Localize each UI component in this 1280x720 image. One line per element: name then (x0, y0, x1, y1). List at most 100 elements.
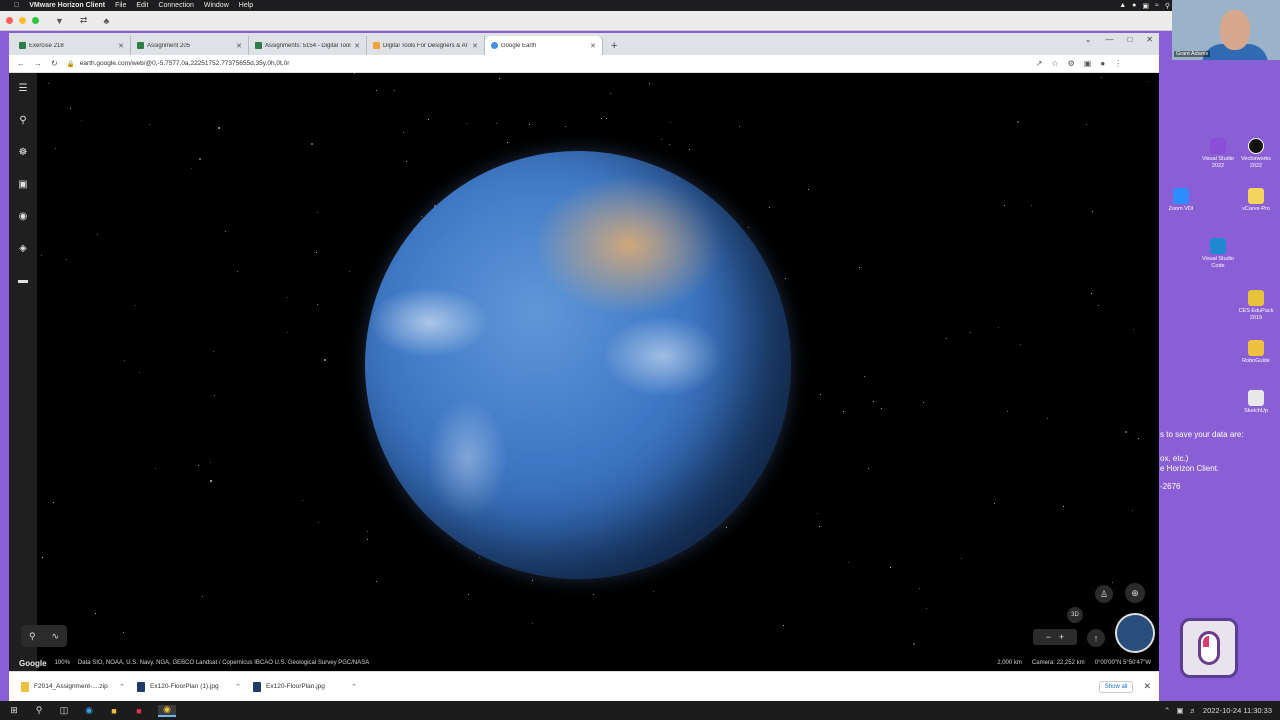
earth-globe[interactable] (365, 151, 791, 579)
close-icon[interactable]: ✕ (1146, 35, 1153, 44)
chevron-up-icon[interactable]: ⌃ (351, 683, 357, 691)
projects-icon[interactable]: ◉ (19, 209, 28, 225)
dice-icon[interactable]: ▣ (18, 177, 27, 193)
voyager-icon[interactable]: ☸ (19, 145, 28, 161)
reload-icon[interactable]: ↻ (51, 59, 58, 68)
roboguide-icon (1248, 340, 1264, 356)
back-icon[interactable]: ← (17, 59, 25, 68)
tab-google-earth[interactable]: Google Earth ✕ (485, 36, 603, 55)
menu-kebab-icon[interactable]: ⋮ (1114, 59, 1122, 68)
search-icon[interactable]: ⚲ (1165, 2, 1170, 10)
omnibox[interactable]: 🔒 earth.google.com/web/@0,-5.7577,0a,222… (67, 60, 1027, 68)
layers-icon[interactable]: ◈ (19, 241, 27, 257)
share-icon[interactable]: ↗ (1036, 59, 1043, 68)
minimize-icon[interactable]: — (1105, 35, 1113, 44)
star (405, 161, 407, 163)
path-icon[interactable]: ∿ (51, 631, 59, 642)
menu-file[interactable]: File (115, 2, 126, 9)
menu-window[interactable]: Window (204, 2, 229, 9)
acrobat-icon[interactable]: ■ (133, 705, 145, 717)
download-item[interactable]: Ex120-FloorPlan.jpg ⌃ (241, 681, 357, 692)
zoom-out-button[interactable]: − (1046, 632, 1051, 642)
close-icon[interactable]: ✕ (1143, 681, 1151, 692)
desktop-icon-visual-studio[interactable]: Visual Studio 2022 (1198, 138, 1238, 170)
data-sources[interactable]: Data SIO, NOAA, U.S. Navy, NGA, GEBCO La… (78, 660, 369, 666)
download-shelf: F2014_Assignment-....zip ⌃ Ex120-FloorPl… (9, 671, 1159, 701)
measure-ruler-icon[interactable]: ▬ (18, 273, 28, 289)
new-tab-button[interactable]: + (611, 40, 617, 52)
minimize-window-button[interactable] (19, 17, 26, 24)
status-icon[interactable]: ● (1132, 2, 1136, 10)
download-item[interactable]: Ex120-FloorPlan (1).jpg ⌃ (125, 681, 241, 692)
star (816, 513, 818, 515)
download-item[interactable]: F2014_Assignment-....zip ⌃ (9, 681, 125, 692)
menu-connection[interactable]: Connection (158, 2, 193, 9)
menu-help[interactable]: Help (239, 2, 253, 9)
extensions-icon[interactable]: ⚙ (1068, 59, 1075, 68)
app-name[interactable]: VMware Horizon Client (29, 2, 105, 9)
hamburger-menu-icon[interactable]: ☰ (19, 81, 28, 97)
close-tab-icon[interactable]: ✕ (118, 42, 124, 50)
star (726, 527, 728, 529)
tab-digital-tools[interactable]: Digital Tools For Designers & Ar ✕ (367, 36, 485, 55)
desktop-icon-roboguide[interactable]: RoboGuide (1236, 340, 1276, 365)
close-window-button[interactable] (6, 17, 13, 24)
star (1100, 77, 1102, 79)
network-icon[interactable]: ▣ (1176, 706, 1183, 715)
windows-start-icon[interactable]: ⊞ (8, 705, 20, 717)
star (605, 118, 607, 120)
search-icon[interactable]: ⚲ (19, 113, 26, 129)
my-location-icon[interactable]: ⊕ (1125, 583, 1145, 603)
tab-search-icon[interactable]: ⌄ (1085, 35, 1092, 44)
google-earth-viewport[interactable]: ☰ ⚲ ☸ ▣ ◉ ◈ ▬ ⚲ ∿ ♙ ⊕ 3D − + ↑ Google 10… (9, 73, 1159, 671)
clock[interactable]: 2022-10-24 11:30:33 (1203, 706, 1272, 715)
star (532, 622, 534, 624)
tray-chevron-icon[interactable]: ⌃ (1164, 706, 1170, 715)
mini-globe-icon[interactable] (1115, 613, 1155, 653)
compass-icon[interactable]: ↑ (1087, 629, 1105, 647)
close-tab-icon[interactable]: ✕ (590, 42, 596, 50)
menu-edit[interactable]: Edit (136, 2, 148, 9)
tab-exercise-218[interactable]: Exercise 218 ✕ (13, 36, 131, 55)
zoom-in-button[interactable]: + (1059, 632, 1064, 642)
3d-toggle-button[interactable]: 3D (1067, 607, 1083, 623)
edge-icon[interactable]: ◉ (83, 705, 95, 717)
wifi-icon[interactable]: ≈ (1155, 2, 1159, 10)
chrome-icon[interactable]: ◉ (158, 704, 176, 717)
volume-icon[interactable]: ♬ (1189, 706, 1197, 715)
close-tab-icon[interactable]: ✕ (354, 42, 360, 50)
search-icon[interactable]: ⚲ (33, 705, 45, 717)
close-tab-icon[interactable]: ✕ (236, 42, 242, 50)
desktop-icon-zoom[interactable]: Zoom VDI (1161, 188, 1201, 213)
profile-icon[interactable]: ● (1100, 59, 1105, 68)
sidebar-icon[interactable]: ▣ (1084, 59, 1092, 68)
show-all-downloads-button[interactable]: Show all (1098, 680, 1134, 693)
maximize-icon[interactable]: □ (1127, 35, 1132, 44)
tab-assignments-5154[interactable]: Assignments: 5154 - Digital Tools ✕ (249, 36, 367, 55)
tab-assignment-205[interactable]: Assignment 205 ✕ (131, 36, 249, 55)
zoom-window-button[interactable] (32, 17, 39, 24)
desktop-icon-vscode[interactable]: Visual Studio Code (1198, 238, 1238, 270)
star (376, 89, 378, 91)
shield-icon[interactable]: ▼ (55, 16, 64, 26)
pegman-icon[interactable]: ♙ (1095, 585, 1113, 603)
placemark-icon[interactable]: ⚲ (29, 631, 36, 642)
forward-icon[interactable]: → (34, 59, 42, 68)
vcarve-icon (1248, 188, 1264, 204)
desktop-icon-ces-edupack[interactable]: CES EduPack 2019 (1236, 290, 1276, 322)
url-text[interactable]: earth.google.com/web/@0,-5.7577,0a,22251… (80, 60, 290, 67)
status-icon[interactable]: ▲ (1119, 2, 1126, 10)
desktop-icon-sketchup[interactable]: SketchUp (1236, 390, 1276, 415)
scale-bar-label[interactable]: 2,000 km (997, 660, 1022, 666)
apple-icon[interactable]:  (14, 2, 19, 9)
close-tab-icon[interactable]: ✕ (472, 42, 478, 50)
desktop-icon-vectorworks[interactable]: Vectorworks 2022 (1236, 138, 1276, 170)
file-explorer-icon[interactable]: ■ (108, 705, 120, 717)
bookmark-star-icon[interactable]: ☆ (1051, 59, 1058, 68)
desktop-icon-vcarve[interactable]: vCarve-Pro (1236, 188, 1276, 213)
usb-icon[interactable]: ⇄ (80, 15, 88, 26)
tab-strip: Exercise 218 ✕ Assignment 205 ✕ Assignme… (9, 33, 1159, 55)
task-view-icon[interactable]: ◫ (58, 705, 70, 717)
share-icon[interactable]: ♣ (103, 16, 109, 26)
status-icon[interactable]: ▣ (1142, 2, 1149, 10)
